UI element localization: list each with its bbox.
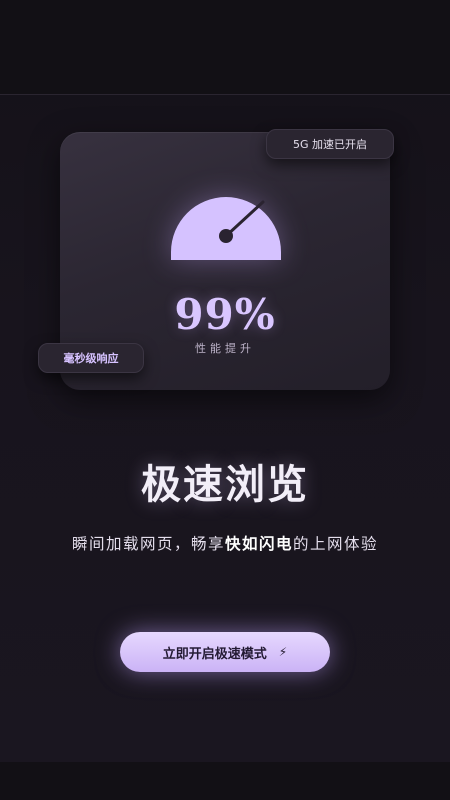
latency-badge: 毫秒级响应 (38, 343, 144, 373)
speedometer-icon (167, 190, 285, 260)
page-title: 极速浏览 (141, 462, 309, 508)
description-highlight: 快如闪电 (224, 535, 293, 553)
bottom-bar (0, 762, 450, 800)
cta-label: 立即开启极速模式 (162, 646, 267, 662)
enable-speed-mode-button[interactable]: 立即开启极速模式 ⚡︎ (120, 632, 330, 672)
description-text-end: 的上网体验 (293, 535, 379, 553)
5g-status-badge: 5G 加速已开启 (266, 129, 394, 159)
speed-value: 99% (174, 290, 276, 339)
description: 瞬间加载网页，畅享快如闪电的上网体验 (60, 530, 390, 559)
speed-label: 性能提升 (195, 342, 255, 355)
top-bar (0, 0, 450, 95)
description-text: 瞬间加载网页，畅享 (71, 535, 225, 553)
lightning-icon: ⚡︎ (278, 645, 288, 659)
app-screen: 99% 性能提升 5G 加速已开启 毫秒级响应 极速浏览 瞬间加载网页，畅享快如… (0, 0, 450, 800)
